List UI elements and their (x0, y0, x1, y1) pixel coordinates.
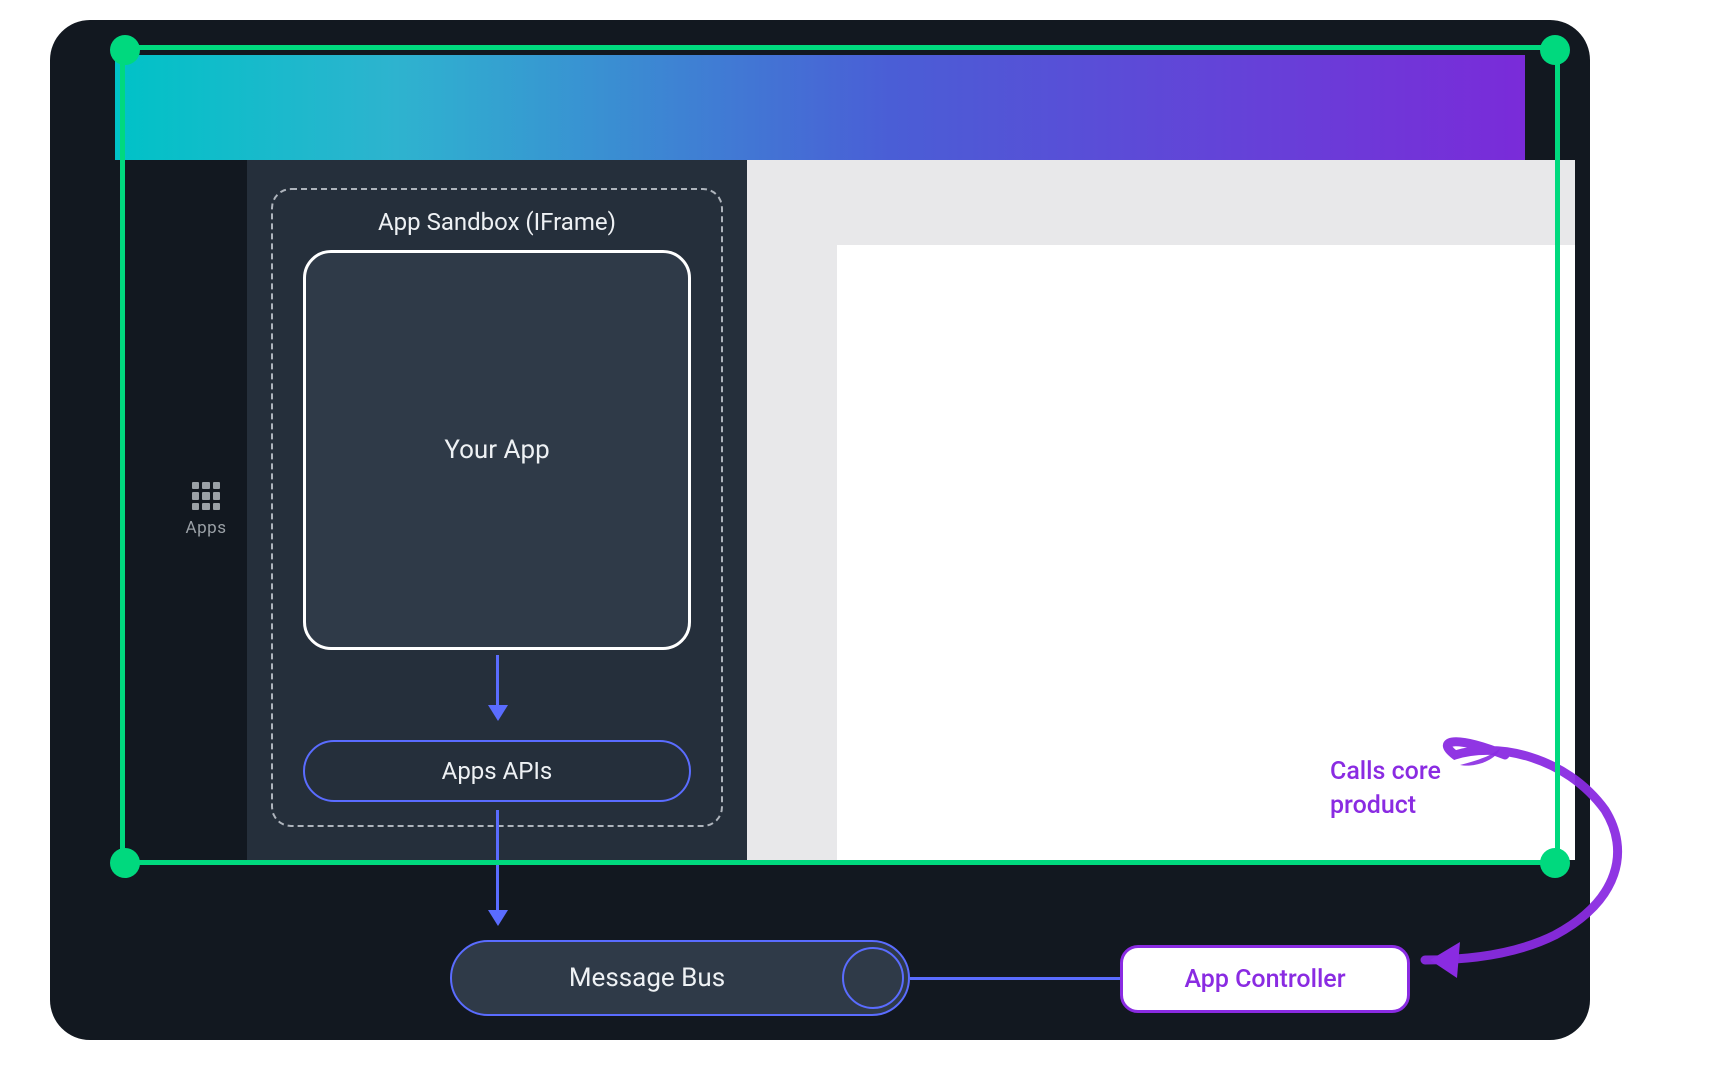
message-bus-box: Message Bus (450, 940, 910, 1016)
app-sandbox-title: App Sandbox (IFrame) (273, 208, 721, 236)
your-app-label: Your App (444, 435, 549, 465)
calls-core-arrow-icon (1405, 720, 1665, 980)
bus-port-icon (842, 947, 904, 1009)
side-panel: App Sandbox (IFrame) Your App Apps APIs (247, 160, 747, 860)
your-app-box: Your App (303, 250, 691, 650)
left-rail: Apps (165, 160, 247, 860)
apps-nav-label: Apps (186, 518, 227, 538)
apps-nav-item[interactable]: Apps (186, 482, 227, 538)
bus-to-controller-line (910, 977, 1120, 980)
arrow-head-icon (488, 910, 508, 926)
arrow-apis-to-bus (496, 810, 499, 910)
apps-grid-icon (192, 482, 220, 510)
arrow-head-icon (488, 705, 508, 721)
arrow-yourapp-to-apis (496, 655, 499, 705)
message-bus-label: Message Bus (452, 963, 842, 993)
diagram-frame: Apps App Sandbox (IFrame) Your App Apps … (50, 20, 1590, 1040)
app-sandbox-region: App Sandbox (IFrame) Your App Apps APIs (271, 188, 723, 827)
app-controller-box: App Controller (1120, 945, 1410, 1013)
apps-apis-label: Apps APIs (442, 757, 553, 785)
selection-handle-tr[interactable] (1540, 35, 1570, 65)
app-controller-label: App Controller (1184, 965, 1345, 994)
selection-handle-bl[interactable] (110, 848, 140, 878)
window-title-bar (115, 55, 1525, 160)
apps-apis-box: Apps APIs (303, 740, 691, 802)
